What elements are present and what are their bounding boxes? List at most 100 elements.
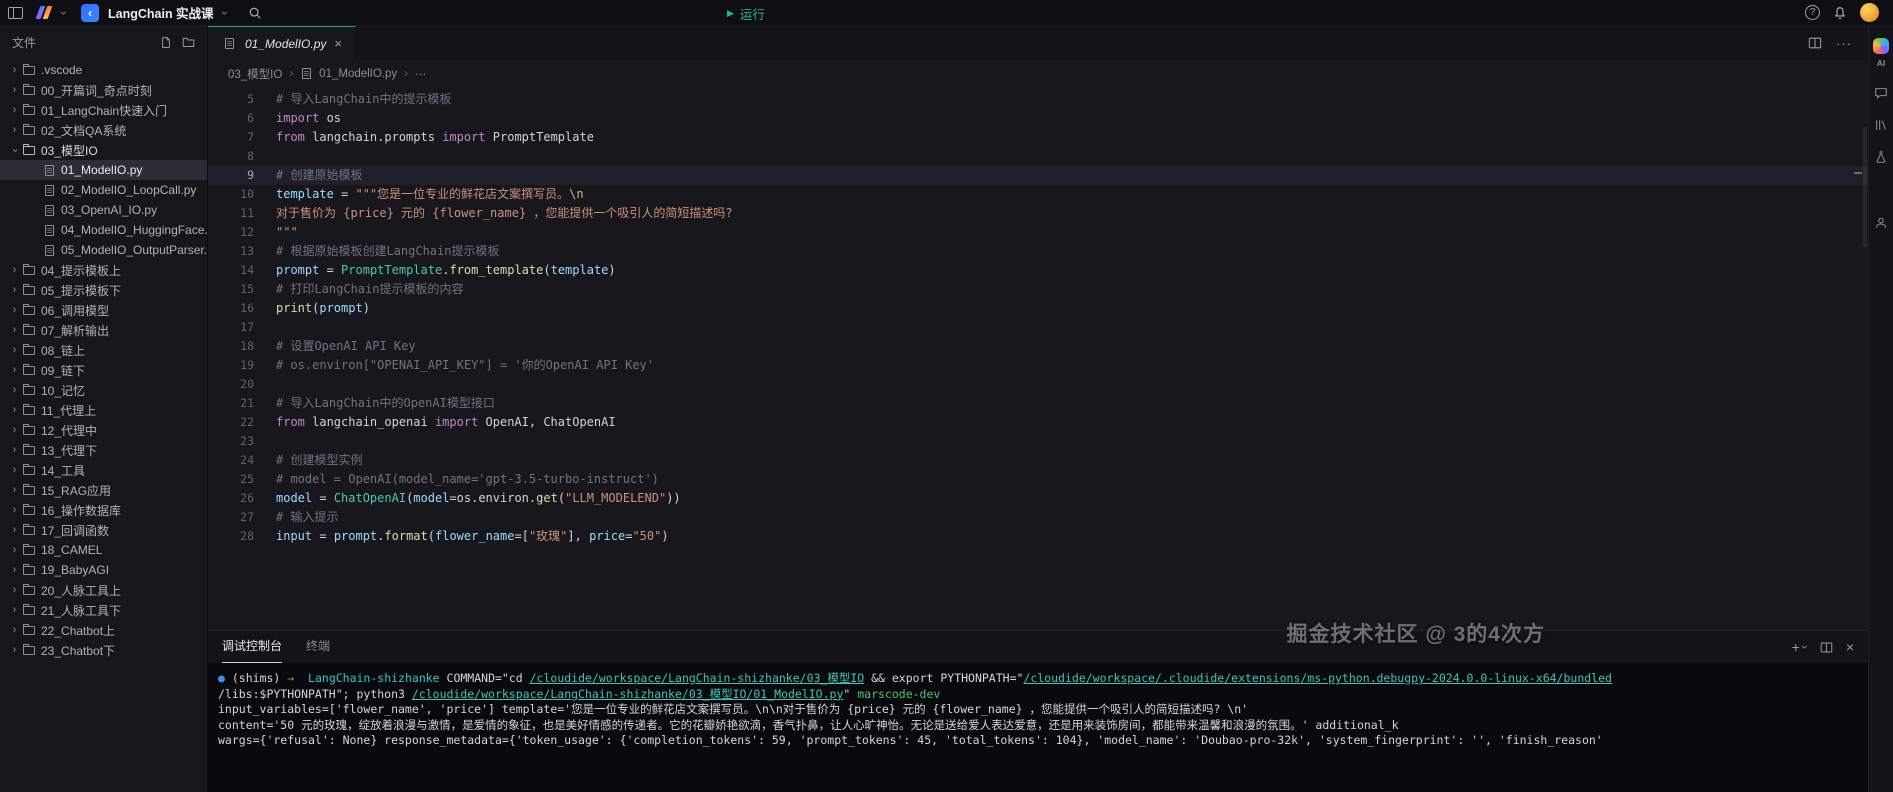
- folder-item[interactable]: ›05_提示模板下: [0, 280, 207, 300]
- line-number[interactable]: 28: [208, 527, 254, 546]
- folder-item[interactable]: ›03_模型IO: [0, 140, 207, 160]
- code-line[interactable]: 7from langchain.prompts import PromptTem…: [208, 128, 1868, 147]
- line-number[interactable]: 12: [208, 223, 254, 242]
- line-number[interactable]: 5: [208, 90, 254, 109]
- line-number[interactable]: 16: [208, 299, 254, 318]
- new-folder-icon[interactable]: [182, 36, 195, 48]
- folder-item[interactable]: ›18_CAMEL: [0, 540, 207, 560]
- line-number[interactable]: 8: [208, 147, 254, 166]
- line-number[interactable]: 13: [208, 242, 254, 261]
- split-panel-icon[interactable]: [1820, 641, 1833, 654]
- folder-item[interactable]: ›08_链上: [0, 340, 207, 360]
- chat-icon[interactable]: [1874, 86, 1888, 100]
- folder-item[interactable]: ›19_BabyAGI: [0, 560, 207, 580]
- folder-item[interactable]: ›00_开篇词_奇点时刻: [0, 80, 207, 100]
- code-editor[interactable]: 5# 导入LangChain中的提示模板6import os7from lang…: [208, 87, 1868, 630]
- code-line[interactable]: 5# 导入LangChain中的提示模板: [208, 90, 1868, 109]
- code-line[interactable]: 10template = """您是一位专业的鲜花店文案撰写员。\n: [208, 185, 1868, 204]
- user-avatar[interactable]: [1860, 3, 1879, 22]
- panel-tab[interactable]: 终端: [306, 631, 330, 663]
- code-line[interactable]: 13# 根据原始模板创建LangChain提示模板: [208, 242, 1868, 261]
- flask-icon[interactable]: [1874, 150, 1888, 164]
- chevron-down-icon[interactable]: ›: [58, 11, 70, 15]
- line-number[interactable]: 9: [208, 166, 254, 185]
- file-item[interactable]: 03_OpenAI_IO.py: [0, 200, 207, 220]
- line-number[interactable]: 20: [208, 375, 254, 394]
- line-number[interactable]: 6: [208, 109, 254, 128]
- more-actions-icon[interactable]: ···: [1836, 36, 1852, 51]
- code-line[interactable]: 20: [208, 375, 1868, 394]
- code-line[interactable]: 11对于售价为 {price} 元的 {flower_name} ，您能提供一个…: [208, 204, 1868, 223]
- folder-item[interactable]: ›17_回调函数: [0, 520, 207, 540]
- folder-item[interactable]: ›14_工具: [0, 460, 207, 480]
- file-path-link[interactable]: /cloudide/workspace/.cloudide/extensions…: [1023, 671, 1612, 685]
- help-icon[interactable]: ?: [1805, 5, 1820, 20]
- folder-item[interactable]: ›07_解析输出: [0, 320, 207, 340]
- code-line[interactable]: 16print(prompt): [208, 299, 1868, 318]
- split-editor-icon[interactable]: [1808, 36, 1822, 50]
- line-number[interactable]: 24: [208, 451, 254, 470]
- code-line[interactable]: 25# model = OpenAI(model_name='gpt-3.5-t…: [208, 470, 1868, 489]
- line-number[interactable]: 23: [208, 432, 254, 451]
- code-line[interactable]: 8: [208, 147, 1868, 166]
- code-line[interactable]: 17: [208, 318, 1868, 337]
- code-line[interactable]: 27# 输入提示: [208, 508, 1868, 527]
- code-line[interactable]: 19# os.environ["OPENAI_API_KEY"] = '你的Op…: [208, 356, 1868, 375]
- folder-item[interactable]: ›15_RAG应用: [0, 480, 207, 500]
- code-line[interactable]: 6import os: [208, 109, 1868, 128]
- folder-item[interactable]: ›.vscode: [0, 60, 207, 80]
- file-item[interactable]: 01_ModelIO.py: [0, 160, 207, 180]
- code-line[interactable]: 24# 创建模型实例: [208, 451, 1868, 470]
- folder-item[interactable]: ›01_LangChain快速入门: [0, 100, 207, 120]
- line-number[interactable]: 7: [208, 128, 254, 147]
- file-path-link[interactable]: /cloudide/workspace/LangChain-shizhanke/…: [412, 687, 844, 701]
- folder-item[interactable]: ›22_Chatbot上: [0, 620, 207, 640]
- line-number[interactable]: 25: [208, 470, 254, 489]
- line-number[interactable]: 11: [208, 204, 254, 223]
- code-line[interactable]: 9# 创建原始模板: [208, 166, 1868, 185]
- folder-item[interactable]: ›06_调用模型: [0, 300, 207, 320]
- line-number[interactable]: 15: [208, 280, 254, 299]
- line-number[interactable]: 10: [208, 185, 254, 204]
- folder-item[interactable]: ›11_代理上: [0, 400, 207, 420]
- bell-icon[interactable]: [1833, 6, 1847, 20]
- close-icon[interactable]: ×: [334, 37, 342, 50]
- breadcrumb-item[interactable]: ⋯: [415, 67, 427, 81]
- code-line[interactable]: 14prompt = PromptTemplate.from_template(…: [208, 261, 1868, 280]
- code-line[interactable]: 22from langchain_openai import OpenAI, C…: [208, 413, 1868, 432]
- run-button[interactable]: ▶ 运行: [727, 0, 765, 26]
- user-icon[interactable]: [1874, 216, 1888, 230]
- file-item[interactable]: 04_ModelIO_HuggingFace.py: [0, 220, 207, 240]
- folder-item[interactable]: ›10_记忆: [0, 380, 207, 400]
- code-line[interactable]: 12""": [208, 223, 1868, 242]
- folder-item[interactable]: ›13_代理下: [0, 440, 207, 460]
- folder-item[interactable]: ›16_操作数据库: [0, 500, 207, 520]
- line-number[interactable]: 17: [208, 318, 254, 337]
- file-item[interactable]: 05_ModelIO_OutputParser.py: [0, 240, 207, 260]
- folder-item[interactable]: ›21_人脉工具下: [0, 600, 207, 620]
- file-item[interactable]: 02_ModelIO_LoopCall.py: [0, 180, 207, 200]
- sidebar-toggle-icon[interactable]: [8, 7, 23, 19]
- code-line[interactable]: 18# 设置OpenAI API Key: [208, 337, 1868, 356]
- folder-item[interactable]: ›09_链下: [0, 360, 207, 380]
- breadcrumb-item[interactable]: 01_ModelIO.py: [319, 68, 397, 80]
- marscode-logo-icon[interactable]: [36, 6, 53, 19]
- line-number[interactable]: 21: [208, 394, 254, 413]
- library-icon[interactable]: [1874, 118, 1888, 132]
- code-line[interactable]: 26model = ChatOpenAI(model=os.environ.ge…: [208, 489, 1868, 508]
- folder-item[interactable]: ›23_Chatbot下: [0, 640, 207, 660]
- file-path-link[interactable]: /cloudide/workspace/LangChain-shizhanke/…: [530, 671, 865, 685]
- chevron-down-icon[interactable]: ›: [219, 11, 231, 15]
- panel-tab[interactable]: 调试控制台: [222, 631, 282, 663]
- line-number[interactable]: 19: [208, 356, 254, 375]
- code-line[interactable]: 15# 打印LangChain提示模板的内容: [208, 280, 1868, 299]
- ai-assistant-icon[interactable]: [1873, 38, 1889, 54]
- folder-item[interactable]: ›02_文档QA系统: [0, 120, 207, 140]
- code-line[interactable]: 23: [208, 432, 1868, 451]
- line-number[interactable]: 14: [208, 261, 254, 280]
- folder-item[interactable]: ›04_提示模板上: [0, 260, 207, 280]
- new-file-icon[interactable]: [160, 36, 172, 49]
- editor-scrollbar[interactable]: [1863, 127, 1867, 247]
- close-panel-icon[interactable]: ×: [1846, 640, 1854, 654]
- line-number[interactable]: 18: [208, 337, 254, 356]
